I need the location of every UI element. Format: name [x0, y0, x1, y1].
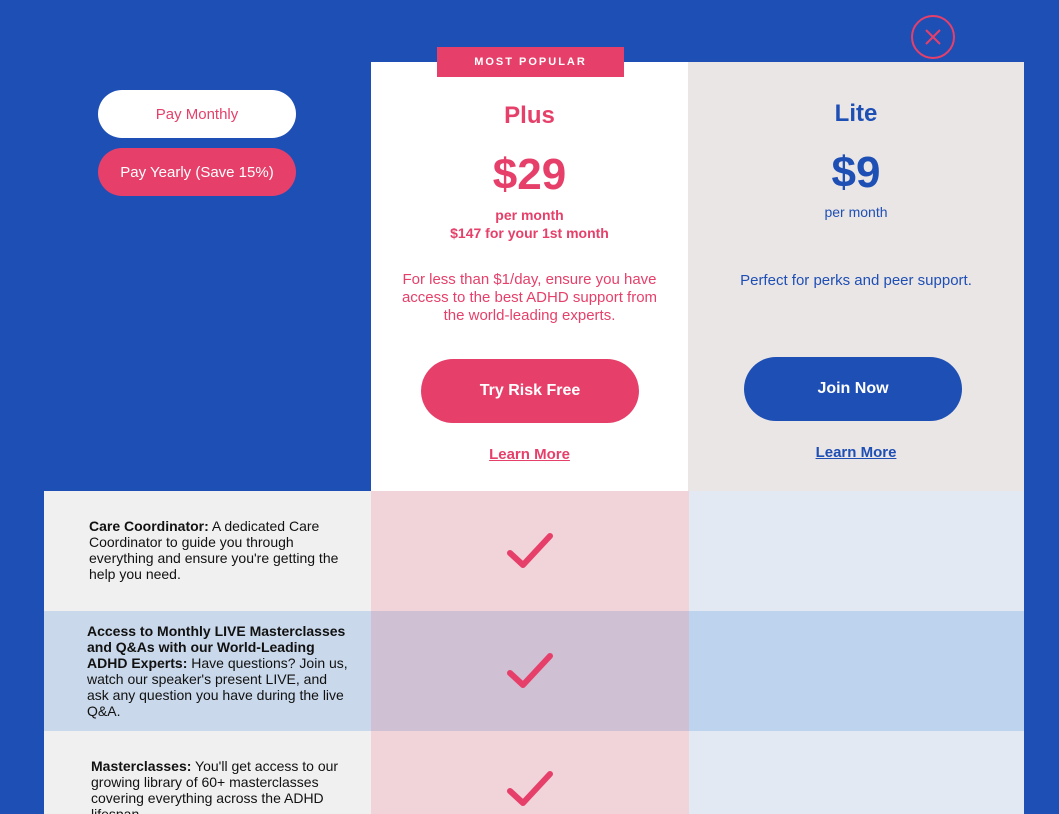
close-icon — [925, 29, 941, 45]
feature-label-cell: Masterclasses: You'll get access to our … — [44, 731, 371, 814]
feature-description: Access to Monthly LIVE Masterclasses and… — [87, 623, 352, 719]
plus-feature-cell — [371, 491, 689, 611]
lite-plan-name: Lite — [834, 100, 878, 127]
feature-description: Care Coordinator: A dedicated Care Coord… — [89, 518, 339, 582]
pay-monthly-button[interactable]: Pay Monthly — [98, 90, 296, 138]
feature-row-masterclasses: Masterclasses: You'll get access to our … — [44, 731, 1024, 814]
lite-plan-description: Perfect for perks and peer support. — [740, 272, 972, 289]
close-button[interactable] — [911, 15, 955, 59]
checkmark-icon — [507, 771, 553, 806]
feature-row-live-masterclasses: Access to Monthly LIVE Masterclasses and… — [44, 611, 1024, 731]
plus-plan-description: For less than $1/day, ensure you have ac… — [401, 271, 658, 324]
lite-feature-cell — [689, 491, 1024, 611]
plus-feature-cell — [371, 611, 689, 731]
checkmark-icon — [507, 653, 553, 688]
lite-plan-period: per month — [824, 204, 888, 220]
plus-plan-card: Plus $29 per month $147 for your 1st mon… — [371, 62, 688, 491]
plus-plan-name: Plus — [504, 102, 555, 129]
join-now-button[interactable]: Join Now — [744, 357, 962, 421]
plus-first-month-price: $147 for your 1st month — [450, 225, 609, 241]
lite-feature-cell — [689, 731, 1024, 814]
pay-yearly-button[interactable]: Pay Yearly (Save 15%) — [98, 148, 296, 196]
plus-learn-more-link[interactable]: Learn More — [371, 446, 688, 463]
feature-title: Care Coordinator: — [89, 518, 209, 534]
plus-plan-period: per month — [495, 207, 564, 223]
lite-plan-price: $9 — [831, 148, 881, 197]
plus-plan-price: $29 — [492, 150, 567, 199]
most-popular-badge: MOST POPULAR — [437, 47, 624, 77]
feature-row-care-coordinator: Care Coordinator: A dedicated Care Coord… — [44, 491, 1024, 611]
plus-feature-cell — [371, 731, 689, 814]
lite-learn-more-link[interactable]: Learn More — [688, 444, 1024, 461]
lite-feature-cell — [689, 611, 1024, 731]
try-risk-free-button[interactable]: Try Risk Free — [421, 359, 639, 423]
feature-title: Masterclasses: — [91, 758, 192, 774]
lite-plan-card: Lite $9 per month Perfect for perks and … — [688, 62, 1024, 491]
feature-label-cell: Access to Monthly LIVE Masterclasses and… — [44, 611, 371, 731]
checkmark-icon — [507, 533, 553, 568]
feature-description: Masterclasses: You'll get access to our … — [91, 758, 341, 814]
feature-label-cell: Care Coordinator: A dedicated Care Coord… — [44, 491, 371, 611]
